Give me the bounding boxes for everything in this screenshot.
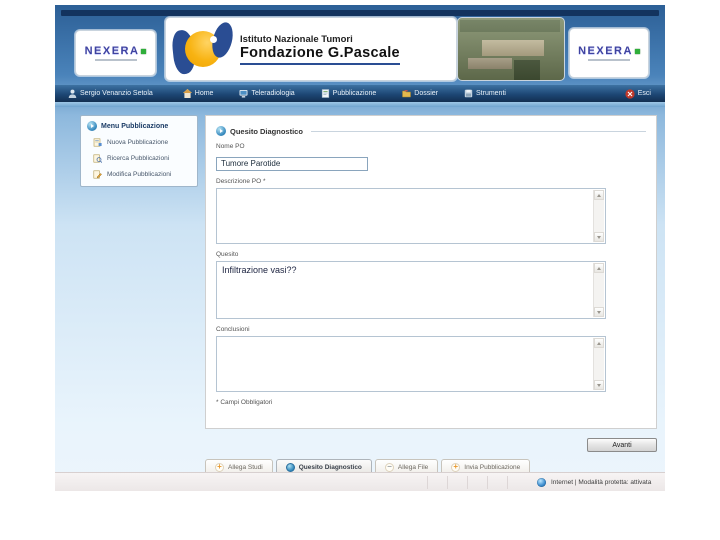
hospital-photo (457, 17, 565, 81)
exit-icon (625, 88, 635, 99)
textarea-scrollbar[interactable] (593, 338, 604, 390)
browser-viewport: NEXERA Istituto Nazionale Tumori Fondazi… (55, 5, 665, 491)
quesito-form-panel: Quesito Diagnostico Nome PO Descrizione … (205, 115, 657, 429)
plus-circle-icon: + (451, 462, 461, 472)
status-cell (507, 475, 527, 489)
home-icon (182, 89, 192, 98)
dossier-icon (402, 90, 412, 98)
nav-strumenti[interactable]: Strumenti (464, 89, 506, 98)
nexera-brand-text: NEXERA (578, 45, 640, 57)
quesito-label: Quesito (216, 251, 239, 258)
green-square-icon (141, 49, 147, 54)
nav-esci[interactable]: Esci (625, 88, 651, 99)
globe-icon (537, 477, 546, 487)
descrizione-po-textarea[interactable] (217, 189, 605, 243)
nexera-tagline (94, 59, 137, 61)
nav-user[interactable]: Sergio Venanzio Setola (68, 89, 153, 98)
status-cell (447, 475, 467, 489)
sidebar-title: Menu Pubblicazione (87, 121, 191, 131)
nav-pubblicazione[interactable]: Pubblicazione (321, 89, 376, 98)
green-square-icon (634, 49, 640, 54)
plus-circle-icon: + (215, 462, 224, 472)
blue-arrow-circle-icon (216, 126, 226, 136)
status-cell (487, 475, 507, 489)
site-header: NEXERA Istituto Nazionale Tumori Fondazi… (55, 5, 665, 85)
new-document-icon (93, 138, 102, 147)
nav-home[interactable]: Home (182, 89, 213, 98)
nome-po-input[interactable] (216, 156, 368, 171)
textarea-scrollbar[interactable] (593, 190, 604, 242)
institute-logo-icon (170, 20, 237, 76)
nav-dossier[interactable]: Dossier (402, 89, 438, 98)
search-document-icon (93, 154, 102, 163)
form-actions: Avanti (205, 438, 657, 452)
nexera-brand-text: NEXERA (85, 45, 147, 57)
conclusioni-field (216, 336, 606, 392)
nav-teleradiologia[interactable]: Teleradiologia (239, 89, 295, 98)
foundation-name: Fondazione G.Pascale (240, 44, 400, 61)
main-column: Quesito Diagnostico Nome PO Descrizione … (205, 115, 657, 475)
nome-po-label: Nome PO (216, 143, 245, 150)
tools-icon (464, 89, 473, 98)
edit-document-icon (93, 170, 102, 179)
descrizione-po-label: Descrizione PO * (216, 178, 266, 185)
nexera-logo-left: NEXERA (75, 30, 156, 76)
sidebar-item-nuova-pubblicazione[interactable]: Nuova Pubblicazione (93, 138, 191, 147)
minus-circle-icon: − (384, 462, 394, 472)
menu-pubblicazione-panel: Menu Pubblicazione Nuova Pubblicazione R… (80, 115, 198, 187)
quesito-textarea[interactable]: Infiltrazione vasi?? (217, 262, 605, 318)
institute-banner: Istituto Nazionale Tumori Fondazione G.P… (165, 17, 457, 81)
form-legend: Quesito Diagnostico (216, 126, 646, 136)
avanti-button[interactable]: Avanti (587, 438, 657, 452)
blue-dot-icon (285, 462, 295, 472)
nexera-logo-right: NEXERA (569, 28, 649, 78)
security-zone-text: Internet | Modalità protetta: attivata (551, 478, 652, 486)
user-icon (68, 89, 77, 98)
required-fields-note: * Campi Obbligatori (216, 399, 273, 406)
blue-arrow-circle-icon (87, 121, 97, 131)
status-cell (467, 475, 487, 489)
sidebar-item-ricerca-pubblicazioni[interactable]: Ricerca Pubblicazioni (93, 154, 191, 163)
textarea-scrollbar[interactable] (593, 263, 604, 317)
conclusioni-textarea[interactable] (217, 337, 605, 391)
page-content: Menu Pubblicazione Nuova Pubblicazione R… (55, 107, 665, 475)
page: NEXERA Istituto Nazionale Tumori Fondazi… (0, 0, 720, 540)
nexera-tagline (588, 59, 630, 61)
institute-name: Istituto Nazionale Tumori (240, 33, 353, 45)
main-navigation: Sergio Venanzio Setola Home Teleradiolog… (55, 85, 665, 102)
conclusioni-label: Conclusioni (216, 326, 250, 333)
status-cell (427, 475, 447, 489)
sidebar-item-modifica-pubblicazioni[interactable]: Modifica Pubblicazioni (93, 170, 191, 179)
monitor-icon (239, 90, 248, 98)
quesito-field: Infiltrazione vasi?? (216, 261, 606, 319)
publish-icon (321, 89, 329, 98)
descrizione-po-field (216, 188, 606, 244)
browser-status-bar: Internet | Modalità protetta: attivata (55, 472, 665, 491)
